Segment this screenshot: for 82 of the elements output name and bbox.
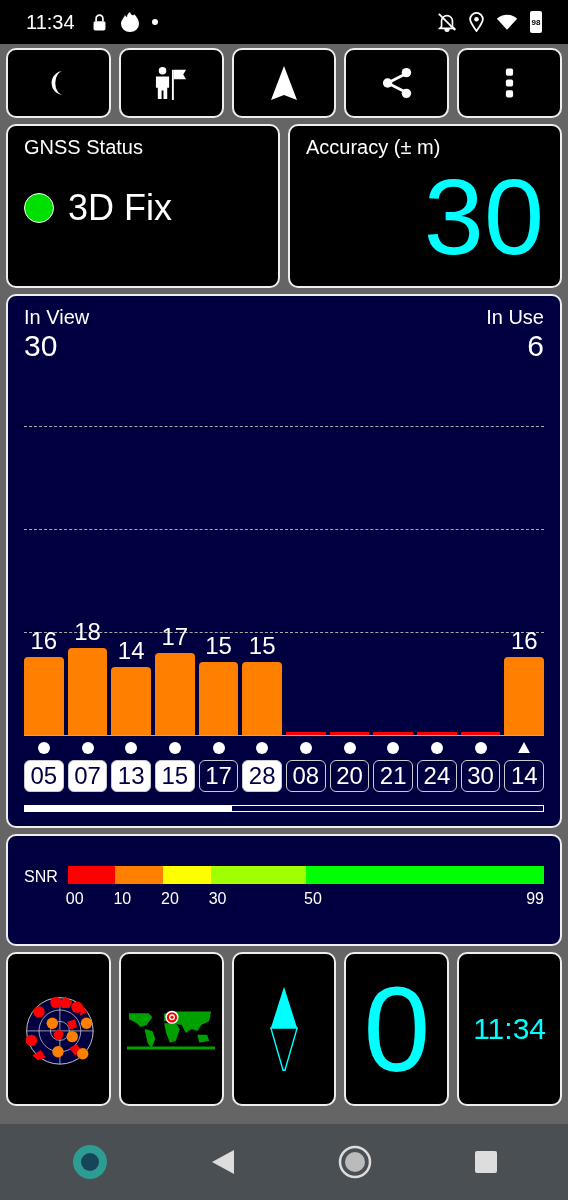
satellite-id: 08 <box>286 760 326 792</box>
compass-button[interactable] <box>231 952 337 1106</box>
flame-icon <box>119 11 140 33</box>
status-time: 11:34 <box>26 10 75 34</box>
satellite-id: 24 <box>417 760 457 792</box>
navigation-button[interactable] <box>231 48 337 118</box>
battery-icon: 98 <box>530 11 542 33</box>
circle-icon <box>212 742 225 754</box>
night-mode-button[interactable] <box>6 48 111 118</box>
signal-bar <box>329 732 370 735</box>
accuracy-value: 30 <box>423 163 544 271</box>
satellite-id: 15 <box>155 760 195 792</box>
back-icon <box>210 1149 235 1175</box>
satellite-id: 17 <box>198 760 239 792</box>
satellite-id: 20 <box>329 760 370 792</box>
fix-status: 3D Fix <box>68 187 172 229</box>
snr-value: 16 <box>510 627 538 656</box>
recents-button[interactable] <box>474 1151 497 1173</box>
circle-icon <box>299 742 312 754</box>
snr-label: SNR <box>24 867 58 886</box>
circle-icon <box>430 742 443 754</box>
circle-icon <box>256 742 269 754</box>
scroll-thumb[interactable] <box>25 806 233 811</box>
sky-view-button[interactable] <box>6 952 111 1106</box>
circle-icon <box>168 742 181 754</box>
person-flag-button[interactable] <box>118 48 224 118</box>
in-use-label: In Use <box>486 306 544 329</box>
signal-bar <box>286 732 326 735</box>
snr-tick-label: 20 <box>161 890 179 908</box>
home-button[interactable] <box>337 1145 372 1179</box>
snr-value: 14 <box>117 637 145 666</box>
speed-button[interactable]: 0 <box>344 952 450 1106</box>
circle-icon <box>37 742 50 754</box>
snr-tick-label: 00 <box>65 890 84 908</box>
satellite-id: 13 <box>111 760 151 792</box>
person-flag-icon <box>155 66 188 100</box>
snr-value: 15 <box>205 632 232 661</box>
satellite-id: 07 <box>67 760 108 792</box>
snr-value: 17 <box>161 622 189 651</box>
circle-icon <box>343 742 356 754</box>
navigation-arrow-icon <box>270 65 298 101</box>
signal-bar <box>460 732 501 735</box>
world-map-button[interactable] <box>118 952 224 1106</box>
circle-icon <box>125 742 138 754</box>
location-icon <box>469 12 484 32</box>
assistant-button[interactable] <box>71 1144 108 1180</box>
snr-tick-label: 99 <box>526 890 544 908</box>
clock-button[interactable]: 11:34 <box>457 952 562 1106</box>
in-view-label: In View <box>24 306 90 329</box>
card-title: GNSS Status <box>24 136 144 159</box>
home-icon <box>337 1145 372 1179</box>
in-view-count: 30 <box>24 329 59 363</box>
signal-bar <box>373 732 414 735</box>
dot-icon <box>151 19 158 25</box>
back-button[interactable] <box>210 1149 235 1175</box>
in-use-count: 6 <box>527 329 544 363</box>
bell-off-icon <box>437 12 457 32</box>
circle-icon <box>387 742 400 754</box>
share-button[interactable] <box>344 48 450 118</box>
signal-bar <box>111 667 151 735</box>
satellite-id: 28 <box>242 760 283 792</box>
recents-icon <box>474 1151 497 1173</box>
snr-value: 15 <box>248 632 276 661</box>
menu-button[interactable] <box>457 48 562 118</box>
satellite-id: 14 <box>504 760 545 792</box>
satellite-id: 21 <box>373 760 414 792</box>
snr-tick-label: 30 <box>208 890 227 908</box>
circle-icon <box>474 742 487 754</box>
satellite-id: 30 <box>460 760 501 792</box>
circle-icon <box>81 742 94 754</box>
wifi-icon <box>496 13 518 31</box>
circle-icon <box>71 1144 108 1180</box>
snr-tick-label: 10 <box>113 890 132 908</box>
snr-tick-label: 50 <box>304 890 322 908</box>
triangle-icon <box>518 742 531 753</box>
more-icon <box>505 68 515 98</box>
card-title: Accuracy (± m) <box>306 136 442 159</box>
share-icon <box>380 67 413 99</box>
signal-bar <box>417 732 457 735</box>
snr-value: 16 <box>30 627 58 656</box>
snr-value: 18 <box>74 617 101 646</box>
satellite-id: 05 <box>24 760 64 792</box>
